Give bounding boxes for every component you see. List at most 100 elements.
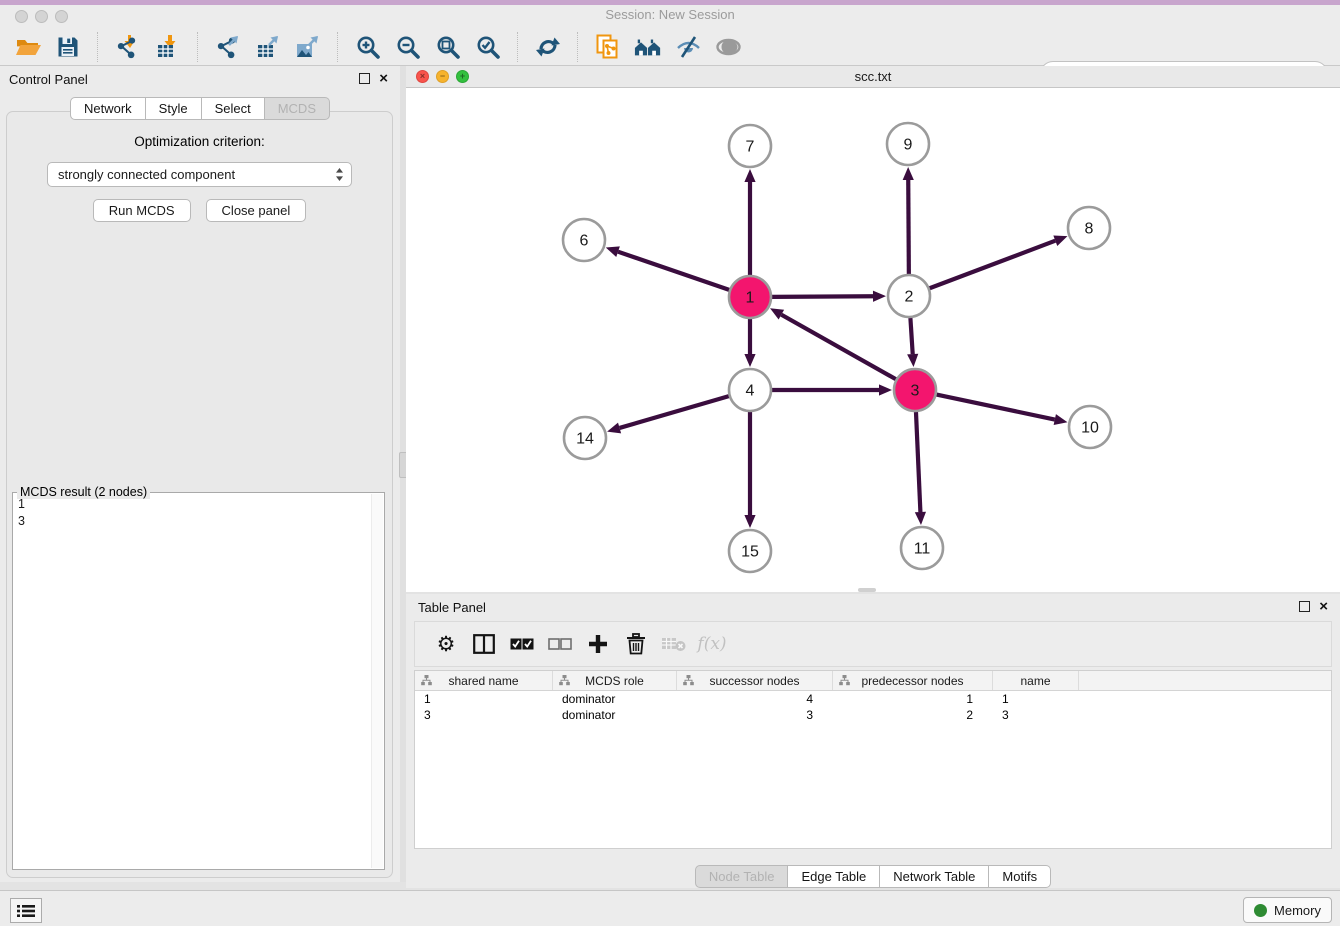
first-neighbors-icon[interactable] (634, 32, 662, 62)
node-3[interactable]: 3 (894, 369, 936, 411)
table-cell[interactable]: 3 (993, 707, 1079, 723)
float-table-panel-icon[interactable] (1299, 601, 1310, 612)
close-table-panel-icon[interactable]: × (1319, 601, 1328, 612)
delete-columns-trash-icon[interactable] (621, 629, 651, 659)
memory-button[interactable]: Memory (1243, 897, 1332, 923)
edge-3-1[interactable] (770, 308, 896, 379)
tab-select[interactable]: Select (202, 97, 265, 120)
edge-4-3[interactable] (772, 384, 892, 395)
tab-network-table[interactable]: Network Table (880, 865, 989, 888)
svg-text:4: 4 (746, 383, 755, 400)
table-toolbar: ⚙f(x) (414, 621, 1332, 667)
table-cell[interactable]: 3 (415, 707, 553, 723)
application-window: Session: New Session Control Panel × Net… (0, 0, 1340, 926)
edge-2-9[interactable] (903, 167, 914, 274)
refresh-layout-icon[interactable] (534, 32, 562, 62)
table-cell[interactable]: dominator (553, 691, 677, 707)
table-cell[interactable]: 1 (993, 691, 1079, 707)
select-all-checkboxes-icon[interactable] (507, 629, 537, 659)
edge-1-2[interactable] (772, 291, 886, 302)
node-7[interactable]: 7 (729, 125, 771, 167)
network-canvas[interactable]: 7 9 6 8 1 2 4 3 14 10 15 11 (406, 88, 1340, 592)
export-network-icon[interactable] (214, 32, 242, 62)
node-9[interactable]: 9 (887, 123, 929, 165)
zoom-out-icon[interactable] (394, 32, 422, 62)
column-header-predecessor-nodes[interactable]: predecessor nodes (833, 671, 993, 690)
import-network-icon[interactable] (114, 32, 142, 62)
close-panel-icon[interactable]: × (379, 73, 388, 84)
control-panel-tabs: NetworkStyleSelectMCDS (0, 97, 400, 120)
node-8[interactable]: 8 (1068, 207, 1110, 249)
column-header-shared-name[interactable]: shared name (415, 671, 553, 690)
column-header-mcds-role[interactable]: MCDS role (553, 671, 677, 690)
node-11[interactable]: 11 (901, 527, 943, 569)
table-panel-title: Table Panel (418, 600, 486, 615)
node-1[interactable]: 1 (729, 276, 771, 318)
table-cell[interactable]: 4 (677, 691, 833, 707)
zoom-fit-icon[interactable] (434, 32, 462, 62)
status-bar: Memory (0, 890, 1340, 926)
edge-1-4[interactable] (744, 319, 755, 367)
tab-mcds[interactable]: MCDS (265, 97, 330, 120)
zoom-selected-icon[interactable] (474, 32, 502, 62)
svg-text:6: 6 (580, 233, 589, 250)
node-10[interactable]: 10 (1069, 406, 1111, 448)
network-graph[interactable]: 7 9 6 8 1 2 4 3 14 10 15 11 (406, 88, 1340, 592)
tab-network[interactable]: Network (70, 97, 146, 120)
horizontal-splitter-handle[interactable] (858, 588, 876, 592)
result-scrollbar[interactable] (371, 494, 383, 868)
import-table-icon[interactable] (154, 32, 182, 62)
mcds-tab-content: Optimization criterion: strongly connect… (6, 111, 393, 878)
mcds-result-text[interactable]: 1 3 (18, 496, 370, 867)
edge-3-11[interactable] (915, 412, 926, 525)
table-row[interactable]: 1dominator411 (415, 691, 1331, 707)
table-cell[interactable]: 1 (415, 691, 553, 707)
table-row[interactable]: 3dominator323 (415, 707, 1331, 723)
run-mcds-button[interactable]: Run MCDS (93, 199, 191, 222)
save-session-icon[interactable] (54, 32, 82, 62)
export-table-icon[interactable] (254, 32, 282, 62)
network-view-window: × − + scc.txt 7968124314101511 (406, 66, 1340, 592)
edge-2-3[interactable] (907, 318, 918, 367)
tab-node-table[interactable]: Node Table (695, 865, 789, 888)
column-header-name[interactable]: name (993, 671, 1079, 690)
edge-2-8[interactable] (930, 235, 1068, 288)
deselect-all-checkboxes-icon[interactable] (545, 629, 575, 659)
table-cell[interactable]: 3 (677, 707, 833, 723)
svg-text:11: 11 (914, 541, 931, 558)
zoom-in-icon[interactable] (354, 32, 382, 62)
tab-edge-table[interactable]: Edge Table (788, 865, 880, 888)
task-history-button[interactable] (10, 898, 42, 923)
node-2[interactable]: 2 (888, 275, 930, 317)
close-panel-button[interactable]: Close panel (206, 199, 307, 222)
export-image-icon[interactable] (294, 32, 322, 62)
edge-1-7[interactable] (744, 169, 755, 275)
list-icon (17, 904, 35, 918)
add-column-icon[interactable] (583, 629, 613, 659)
table-settings-gear-icon[interactable]: ⚙ (431, 629, 461, 659)
edge-3-10[interactable] (937, 395, 1068, 425)
toggle-column-layout-icon[interactable] (469, 629, 499, 659)
network-window-title: scc.txt (406, 69, 1340, 84)
node-15[interactable]: 15 (729, 530, 771, 572)
tab-style[interactable]: Style (146, 97, 202, 120)
table-cell[interactable]: 2 (833, 707, 993, 723)
edge-4-14[interactable] (607, 396, 729, 433)
node-6[interactable]: 6 (563, 219, 605, 261)
open-session-icon[interactable] (14, 32, 42, 62)
table-cell[interactable]: 1 (833, 691, 993, 707)
criterion-dropdown[interactable]: strongly connected component (47, 162, 352, 187)
edge-4-15[interactable] (744, 412, 755, 528)
svg-text:15: 15 (741, 544, 759, 561)
svg-text:9: 9 (904, 137, 913, 154)
edge-1-6[interactable] (606, 246, 729, 289)
node-14[interactable]: 14 (564, 417, 606, 459)
table-cell[interactable]: dominator (553, 707, 677, 723)
float-panel-icon[interactable] (359, 73, 370, 84)
node-4[interactable]: 4 (729, 369, 771, 411)
hide-selected-icon[interactable] (674, 32, 702, 62)
show-all-icon[interactable] (714, 32, 742, 62)
clone-network-icon[interactable] (594, 32, 622, 62)
column-header-successor-nodes[interactable]: successor nodes (677, 671, 833, 690)
tab-motifs[interactable]: Motifs (989, 865, 1051, 888)
